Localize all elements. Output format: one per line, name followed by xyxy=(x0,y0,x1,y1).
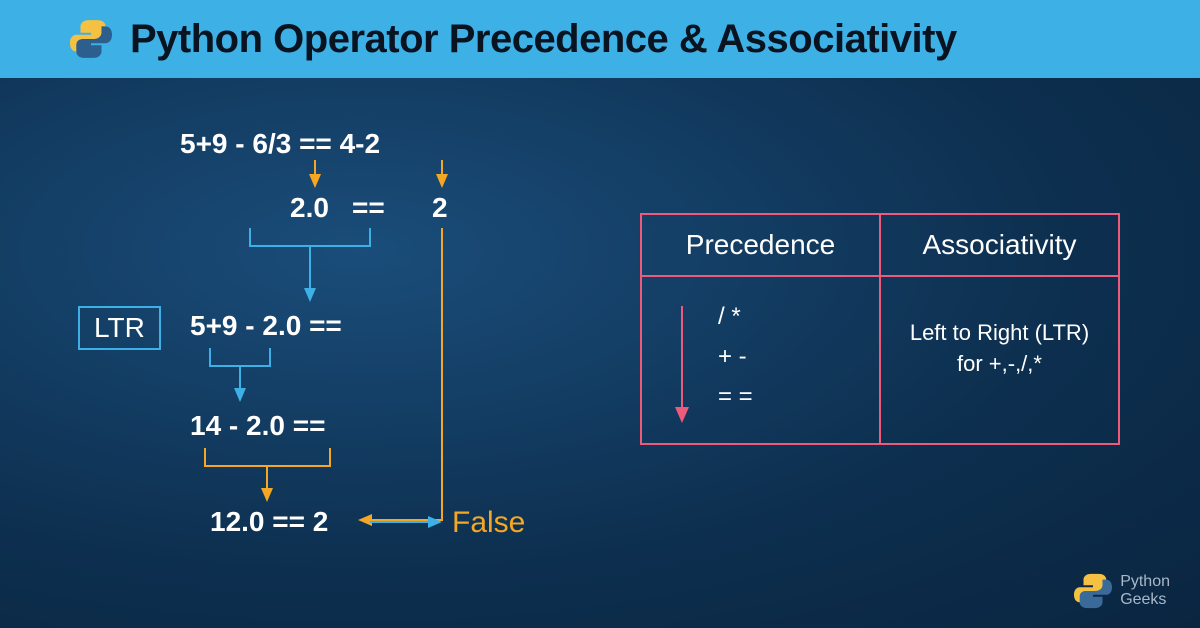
python-logo-icon xyxy=(70,18,112,60)
page-title: Python Operator Precedence & Associativi… xyxy=(130,17,957,62)
step-eq-1: == xyxy=(352,192,385,224)
header-bar: Python Operator Precedence & Associativi… xyxy=(0,0,1200,78)
table-head-associativity: Associativity xyxy=(881,215,1118,277)
expression-line-5: 12.0 == 2 xyxy=(210,506,328,538)
footer-brand-line1: Python xyxy=(1120,573,1170,591)
table-head-precedence: Precedence xyxy=(642,215,879,277)
precedence-arrow-icon xyxy=(672,301,692,431)
step-value-2-0: 2.0 xyxy=(290,192,329,224)
ltr-label-box: LTR xyxy=(78,306,161,350)
precedence-table: Precedence / * + - = = Associativity Lef… xyxy=(640,213,1120,445)
table-col-precedence: Precedence / * + - = = xyxy=(642,215,881,443)
python-logo-small-icon xyxy=(1074,572,1112,610)
associativity-text: Left to Right (LTR) for +,-,/,* xyxy=(897,318,1102,380)
footer-brand: Python Geeks xyxy=(1074,572,1170,610)
table-body-associativity: Left to Right (LTR) for +,-,/,* xyxy=(881,277,1118,427)
table-col-associativity: Associativity Left to Right (LTR) for +,… xyxy=(881,215,1118,443)
table-body-precedence: / * + - = = xyxy=(642,277,879,443)
footer-brand-line2: Geeks xyxy=(1120,591,1170,609)
expression-line-4: 14 - 2.0 == xyxy=(190,410,325,442)
expression-line-3: 5+9 - 2.0 == xyxy=(190,310,342,342)
step-value-2: 2 xyxy=(432,192,448,224)
footer-brand-text: Python Geeks xyxy=(1120,573,1170,608)
result-false: False xyxy=(452,506,525,540)
diagram-content: 5+9 - 6/3 == 4-2 2.0 == 2 LTR 5+9 - 2.0 … xyxy=(0,78,1200,628)
expression-line-1: 5+9 - 6/3 == 4-2 xyxy=(180,128,380,160)
